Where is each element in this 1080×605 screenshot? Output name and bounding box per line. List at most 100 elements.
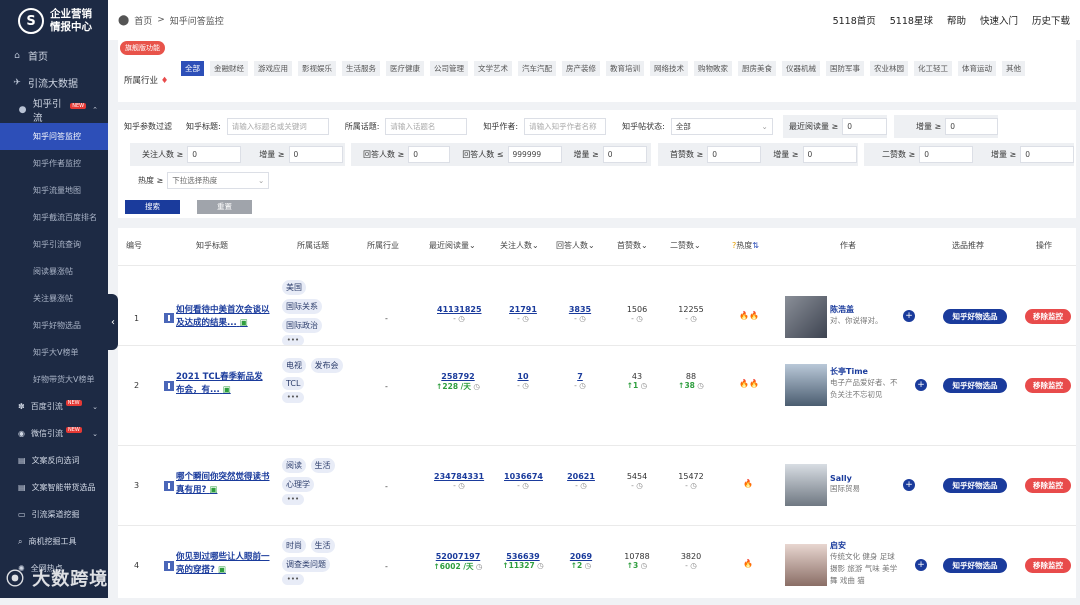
industry-tag[interactable]: 其他 xyxy=(1002,61,1025,76)
read-count[interactable]: 41131825 xyxy=(437,305,482,314)
more-topics-button[interactable]: ••• xyxy=(282,494,304,505)
sidebar-item-traffic-map[interactable]: 知乎流量地图 xyxy=(0,177,108,204)
link-5118-planet[interactable]: 5118星球 xyxy=(890,13,933,27)
topic-tag[interactable]: 电视 xyxy=(282,358,306,373)
industry-tag[interactable]: 金融财经 xyxy=(210,61,248,76)
qrcode-icon[interactable] xyxy=(164,313,174,323)
nav-zhihu[interactable]: ● 知乎引流 NEW ⌃ xyxy=(0,96,108,124)
avatar[interactable] xyxy=(785,364,827,406)
sidebar-item-baidu-rank[interactable]: 知乎截流百度排名 xyxy=(0,204,108,231)
search-button[interactable]: 搜索 xyxy=(125,200,180,214)
author-name[interactable]: Sally xyxy=(830,474,902,483)
breadcrumb-home[interactable]: 首页 xyxy=(134,14,152,27)
author-name[interactable]: 陈浩盖 xyxy=(830,304,902,315)
goods-pick-button[interactable]: 知乎好物选品 xyxy=(943,478,1007,493)
nav-channel-mining[interactable]: ▭ 引流渠道挖掘 xyxy=(0,501,108,528)
link-5118-home[interactable]: 5118首页 xyxy=(833,13,876,27)
topic-tag[interactable]: 美国 xyxy=(282,280,306,295)
follow-count[interactable]: 1036674 xyxy=(504,472,543,481)
industry-tag[interactable]: 文学艺术 xyxy=(474,61,512,76)
logo[interactable]: S 企业营销 情报中心 xyxy=(0,0,108,42)
answer-max-input[interactable]: 999999 xyxy=(507,146,562,163)
link-help[interactable]: 帮助 xyxy=(947,13,966,27)
qrcode-icon[interactable] xyxy=(164,481,174,491)
second-inc-input[interactable]: 0 xyxy=(1020,146,1074,163)
upvote-filter-input[interactable]: 0 xyxy=(707,146,762,163)
link-quickstart[interactable]: 快速入门 xyxy=(980,13,1018,27)
author-name[interactable]: 启安 xyxy=(830,540,902,551)
col-first[interactable]: 首赞数⌄ xyxy=(617,240,648,251)
industry-tag[interactable]: 教育培训 xyxy=(606,61,644,76)
topic-tag[interactable]: 阅读 xyxy=(282,458,306,473)
follow-count[interactable]: 536639 xyxy=(502,552,544,561)
industry-tag[interactable]: 公司管理 xyxy=(430,61,468,76)
read-count[interactable]: 234784331 xyxy=(434,472,484,481)
col-second[interactable]: 二赞数⌄ xyxy=(670,240,701,251)
add-author-button[interactable]: + xyxy=(915,379,927,391)
goods-pick-button[interactable]: 知乎好物选品 xyxy=(943,558,1007,573)
add-author-button[interactable]: + xyxy=(915,559,927,571)
col-follow[interactable]: 关注人数⌄ xyxy=(500,240,539,251)
question-title-link[interactable]: 2021 TCL春季新品发布会，有... ▣ xyxy=(176,371,271,397)
follow-inc-input[interactable]: 0 xyxy=(288,146,343,163)
nav-smart-goods[interactable]: ▤ 文案智能带货选品 xyxy=(0,474,108,501)
avatar[interactable] xyxy=(785,464,827,506)
qrcode-icon[interactable] xyxy=(164,381,174,391)
more-topics-button[interactable]: ••• xyxy=(282,574,304,585)
upvote-inc-input[interactable]: 0 xyxy=(802,146,857,163)
qrcode-icon[interactable] xyxy=(164,561,174,571)
link-history-download[interactable]: 历史下载 xyxy=(1032,13,1070,27)
heat-filter-select[interactable]: 下拉选择热度 ⌄ xyxy=(167,172,270,189)
answer-count[interactable]: 7 xyxy=(568,372,592,381)
industry-tag[interactable]: 房产装修 xyxy=(562,61,600,76)
read-inc-input[interactable]: 0 xyxy=(945,118,998,135)
sidebar-item-read-surge[interactable]: 阅读暴涨帖 xyxy=(0,258,108,285)
goods-pick-button[interactable]: 知乎好物选品 xyxy=(943,378,1007,393)
industry-tag[interactable]: 厨房美食 xyxy=(738,61,776,76)
avatar[interactable] xyxy=(785,296,827,338)
industry-tag[interactable]: 网络技术 xyxy=(650,61,688,76)
nav-traffic-data[interactable]: ✈ 引流大数据 xyxy=(0,69,108,96)
read-count[interactable]: 258792 xyxy=(432,372,484,381)
topic-tag[interactable]: 生活 xyxy=(310,458,335,473)
industry-tag[interactable]: 医疗健康 xyxy=(386,61,424,76)
read-count[interactable]: 52007197 xyxy=(430,552,486,561)
topic-tag[interactable]: 生活 xyxy=(310,538,335,553)
answer-count[interactable]: 3835 xyxy=(567,305,593,314)
author-filter-input[interactable]: 请输入知乎作者名称 xyxy=(524,117,607,135)
topic-tag[interactable]: 国际政治 xyxy=(282,318,322,333)
answer-count[interactable]: 2069 xyxy=(567,552,595,561)
answer-count[interactable]: 20621 xyxy=(567,472,595,481)
industry-tag[interactable]: 生活服务 xyxy=(342,61,380,76)
topic-filter-input[interactable]: 请输入话题名 xyxy=(385,117,468,135)
add-author-button[interactable]: + xyxy=(903,479,915,491)
topic-tag[interactable]: TCL xyxy=(282,377,305,390)
sidebar-item-goods-pick[interactable]: 知乎好物选品 xyxy=(0,312,108,339)
industry-tag[interactable]: 农业林园 xyxy=(870,61,908,76)
follow-count[interactable]: 10 xyxy=(510,372,536,381)
remove-monitor-button[interactable]: 移除监控 xyxy=(1025,378,1071,393)
industry-tag[interactable]: 游戏应用 xyxy=(254,61,292,76)
avatar[interactable] xyxy=(785,544,827,586)
topic-tag[interactable]: 调查类问题 xyxy=(282,557,330,572)
industry-tag[interactable]: 国防军事 xyxy=(826,61,864,76)
read-filter-input[interactable]: 0 xyxy=(842,118,887,135)
sidebar-item-qa-monitor[interactable]: 知乎问答监控 xyxy=(0,123,108,150)
topic-tag[interactable]: 心理学 xyxy=(282,477,314,492)
remove-monitor-button[interactable]: 移除监控 xyxy=(1025,558,1071,573)
industry-tag[interactable]: 影视娱乐 xyxy=(298,61,336,76)
collapse-sidebar-button[interactable]: ‹ xyxy=(108,294,118,350)
remove-monitor-button[interactable]: 移除监控 xyxy=(1025,309,1071,324)
title-filter-input[interactable]: 请输入标题名或关键词 xyxy=(226,117,329,135)
answer-inc-input[interactable]: 0 xyxy=(602,146,647,163)
industry-tag[interactable]: 体育运动 xyxy=(958,61,996,76)
industry-tag[interactable]: 仪器机械 xyxy=(782,61,820,76)
sidebar-item-follow-surge[interactable]: 关注暴涨帖 xyxy=(0,285,108,312)
col-read[interactable]: 最近阅读量⌄ xyxy=(429,240,476,251)
answer-filter-input[interactable]: 0 xyxy=(408,146,451,163)
nav-wechat[interactable]: ◉ 微信引流 NEW ⌄ xyxy=(0,420,108,447)
question-title-link[interactable]: 你见到过哪些让人眼前一亮的穿搭? ▣ xyxy=(176,551,271,577)
second-filter-input[interactable]: 0 xyxy=(919,146,973,163)
sidebar-item-author-monitor[interactable]: 知乎作者监控 xyxy=(0,150,108,177)
sidebar-item-bigv-list[interactable]: 知乎大V榜单 xyxy=(0,339,108,366)
